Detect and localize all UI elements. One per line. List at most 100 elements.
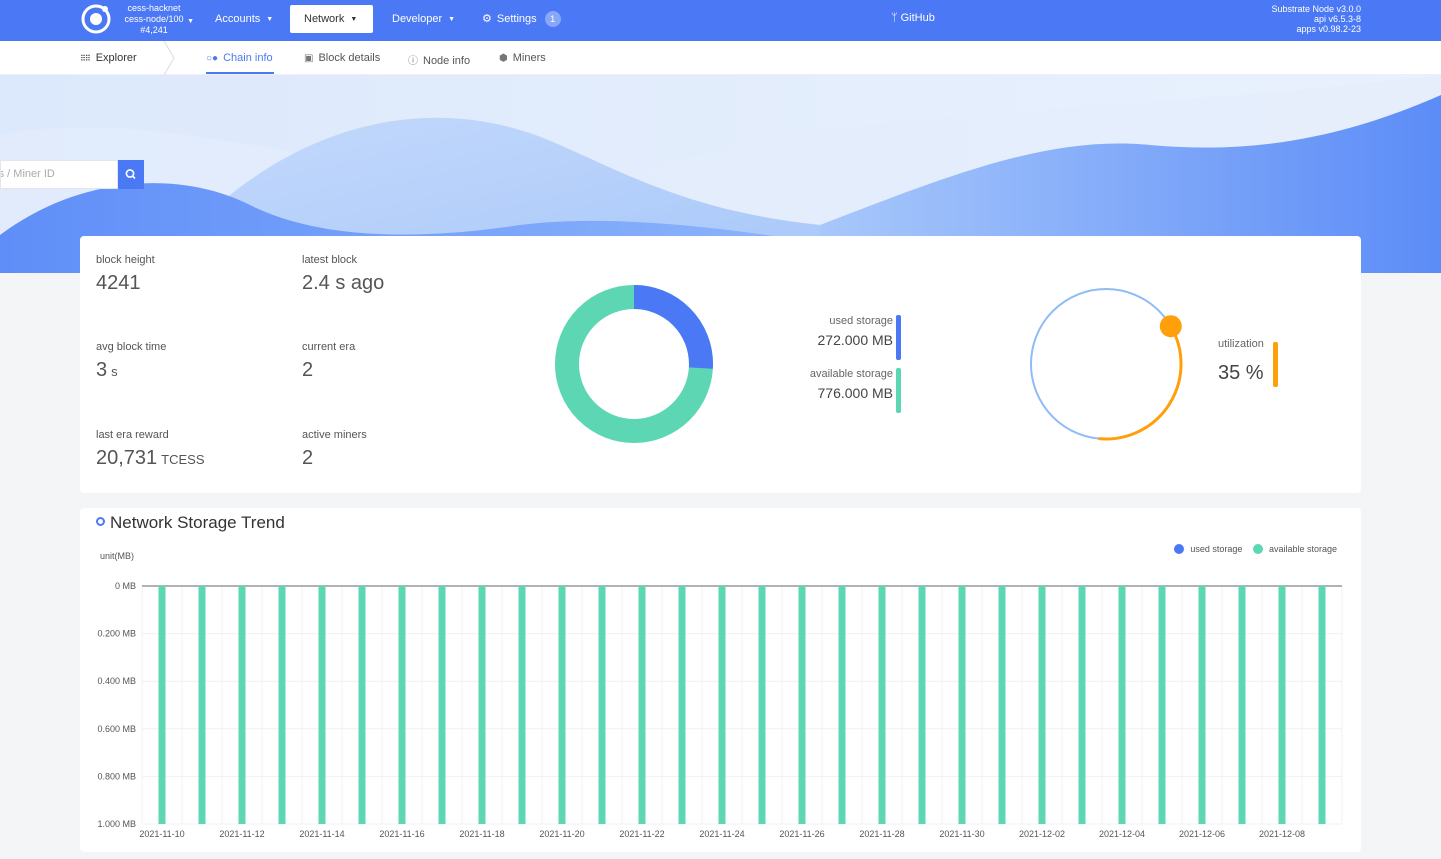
legend-used-storage: used storage 272.000 MB xyxy=(818,315,894,348)
version-info: Substrate Node v3.0.0 api v6.5.3-8 apps … xyxy=(1271,4,1361,34)
github-label: GitHub xyxy=(900,12,935,24)
settings-count-badge: 1 xyxy=(544,11,561,27)
menu-developer-label: Developer xyxy=(392,13,443,25)
menu-developer[interactable]: Developer ▼ xyxy=(378,5,469,33)
bar-available-storage xyxy=(878,586,886,824)
bar-available-storage xyxy=(638,586,646,824)
tab-node-info[interactable]: ⓘ Node info xyxy=(408,52,470,67)
bar-available-storage xyxy=(798,586,806,824)
gauge-knob xyxy=(1159,315,1182,338)
toggle-dots-icon: ○● xyxy=(206,53,219,64)
bar-available-storage xyxy=(918,586,926,824)
stat-label: latest block xyxy=(302,254,358,266)
bar-available-storage xyxy=(718,586,726,824)
bar-available-storage xyxy=(1078,586,1086,824)
search-icon xyxy=(125,169,136,180)
chain-stats-card: block height 4241 latest block 2.4 s ago… xyxy=(80,236,1361,493)
stat-block-height: block height 4241 xyxy=(96,254,155,295)
gauge-progress-arc xyxy=(1098,325,1183,441)
x-tick-label: 2021-11-22 xyxy=(619,829,664,839)
stat-label: current era xyxy=(302,341,356,353)
menu-settings-label: Settings xyxy=(496,13,537,25)
stat-label: last era reward xyxy=(96,429,169,441)
api-version: api v6.5.3-8 xyxy=(1313,14,1361,24)
y-axis-unit-label: unit(MB) xyxy=(100,551,135,561)
x-tick-label: 2021-11-26 xyxy=(779,829,824,839)
x-tick-label: 2021-12-08 xyxy=(1259,829,1305,839)
y-tick-label: 0 MB xyxy=(115,581,136,591)
x-tick-label: 2021-11-18 xyxy=(459,829,504,839)
chain-node: cess-node/100 xyxy=(124,14,184,24)
chain-selector[interactable]: cess-hacknet cess-node/100 #4,241 ▼ xyxy=(118,3,194,36)
used-storage-bar xyxy=(896,315,901,360)
bar-available-storage xyxy=(998,586,1006,824)
bar-available-storage xyxy=(278,586,286,824)
available-storage-bar xyxy=(896,368,901,413)
legend-label: available storage xyxy=(809,368,893,380)
bar-available-storage xyxy=(158,586,166,824)
search-button[interactable] xyxy=(118,160,144,189)
tab-label: Miners xyxy=(512,52,546,64)
bar-available-storage xyxy=(598,586,606,824)
x-tick-label: 2021-12-02 xyxy=(1019,829,1065,839)
x-tick-label: 2021-11-30 xyxy=(939,829,984,839)
menu-network[interactable]: Network ▼ xyxy=(290,5,373,33)
stat-value: 2 xyxy=(302,447,314,469)
active-tab-indicator xyxy=(206,72,274,74)
menu-settings[interactable]: ⚙ Settings 1 xyxy=(468,5,575,33)
utilization-label: utilization xyxy=(1218,338,1264,350)
bar-available-storage xyxy=(1158,586,1166,824)
cube-icon: ▣ xyxy=(304,53,314,64)
utilization-value: 35 % xyxy=(1218,362,1264,384)
git-branch-icon: ᛘ xyxy=(891,12,898,24)
tab-miners[interactable]: ⬢ Miners xyxy=(499,52,546,64)
utilization-gauge xyxy=(1030,288,1183,441)
bar-available-storage xyxy=(1198,586,1206,824)
grid-dots-icon: ⠿⠿ xyxy=(80,54,91,63)
legend-value: 776.000 MB xyxy=(817,385,894,401)
legend-item-label: available storage xyxy=(1268,544,1337,554)
box-icon: ⬢ xyxy=(499,53,508,64)
menu-accounts[interactable]: Accounts ▼ xyxy=(201,5,287,33)
tab-chain-info[interactable]: ○● Chain info xyxy=(206,52,273,64)
gear-icon: ⚙ xyxy=(482,13,492,25)
top-navigation-bar: cess-hacknet cess-node/100 #4,241 ▼ Acco… xyxy=(0,0,1441,41)
bar-available-storage xyxy=(1278,586,1286,824)
bar-available-storage xyxy=(318,586,326,824)
trend-title-text: Network Storage Trend xyxy=(110,513,285,532)
utilization-legend: utilization 35 % xyxy=(1218,338,1264,385)
github-link[interactable]: ᛘ GitHub xyxy=(891,12,935,24)
stat-label: avg block time xyxy=(96,341,167,353)
legend-swatch xyxy=(1252,544,1263,554)
legend-item-available[interactable]: available storage xyxy=(1252,544,1337,554)
stat-last-era-reward: last era reward 20,731 TCESS xyxy=(96,429,205,470)
chain-name: cess-hacknet xyxy=(127,3,181,13)
chevron-down-icon: ▼ xyxy=(187,18,194,25)
stat-unit: TCESS xyxy=(161,452,205,467)
x-tick-label: 2021-12-06 xyxy=(1179,829,1225,839)
stat-value: 2 xyxy=(302,359,314,381)
x-tick-label: 2021-12-04 xyxy=(1099,829,1145,839)
breadcrumb-divider xyxy=(163,41,175,75)
stat-label: block height xyxy=(96,254,155,266)
search-input[interactable]: ess / Miner ID xyxy=(0,160,118,189)
bar-available-storage xyxy=(678,586,686,824)
y-tick-label: 0.200 MB xyxy=(97,629,136,639)
info-icon: ⓘ xyxy=(408,56,418,67)
bar-available-storage xyxy=(1118,586,1126,824)
trend-title: Network Storage Trend xyxy=(96,513,285,533)
breadcrumb-explorer[interactable]: ⠿⠿ Explorer xyxy=(80,52,137,64)
stat-value: 20,731 xyxy=(96,447,158,469)
app-logo-icon[interactable] xyxy=(80,3,112,35)
tab-block-details[interactable]: ▣ Block details xyxy=(304,52,380,64)
x-tick-label: 2021-11-16 xyxy=(379,829,424,839)
legend-available-storage: available storage 776.000 MB xyxy=(810,368,893,401)
x-tick-label: 2021-11-10 xyxy=(139,829,184,839)
bar-available-storage xyxy=(958,586,966,824)
legend-label: used storage xyxy=(829,315,893,327)
chevron-down-icon: ▼ xyxy=(448,16,456,23)
title-dot-icon xyxy=(96,517,105,526)
tab-label: Node info xyxy=(423,55,471,67)
legend-item-used[interactable]: used storage xyxy=(1174,544,1242,554)
apps-version: apps v0.98.2-23 xyxy=(1296,24,1361,34)
